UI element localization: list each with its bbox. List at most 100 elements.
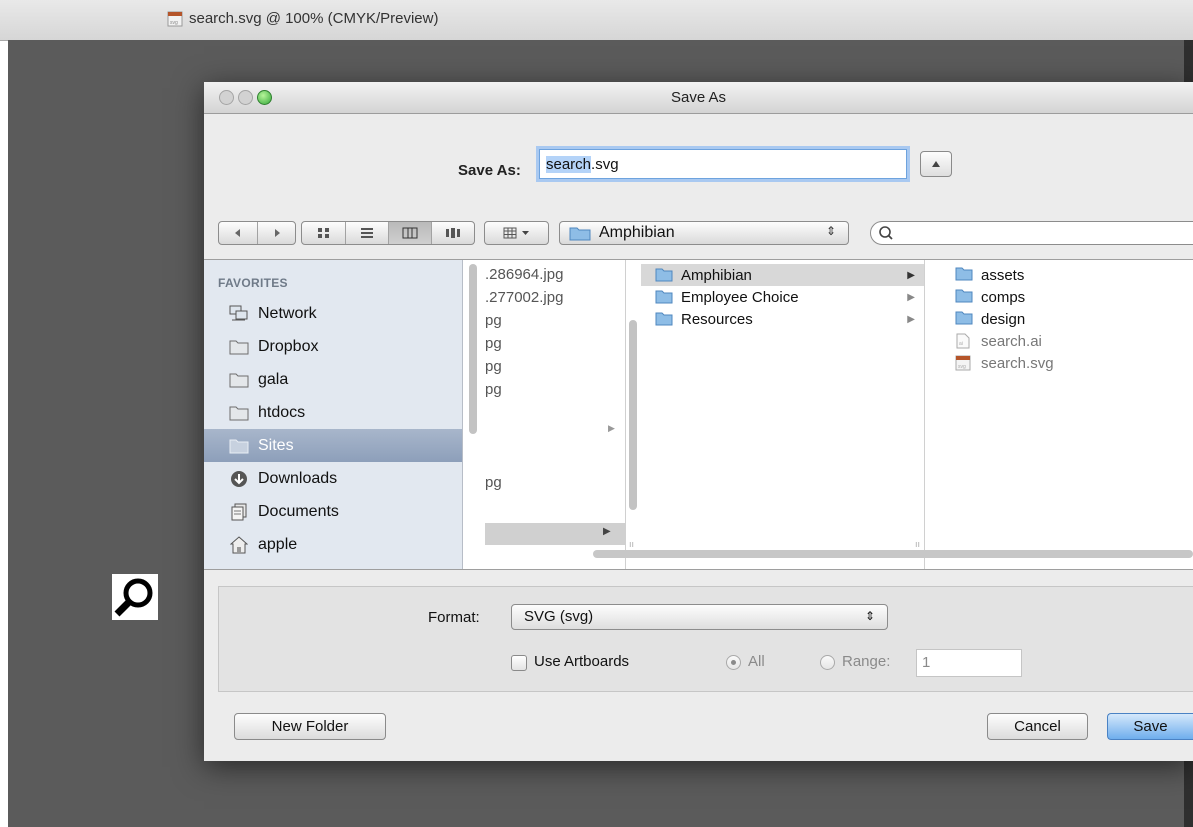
disclosure-arrow-icon: ▶ xyxy=(603,526,611,537)
sidebar-item-label: htdocs xyxy=(258,403,306,421)
sidebar-heading-favorites: FAVORITES xyxy=(218,276,288,290)
collapse-dialog-button[interactable] xyxy=(920,151,952,177)
sidebar: FAVORITES Network Dropbox gala htdocs Si… xyxy=(204,260,463,569)
document-tab-title[interactable]: search.svg @ 100% (CMYK/Preview) xyxy=(189,10,438,27)
column-1-resize-area: ıı xyxy=(625,260,641,569)
disclosure-arrow-icon: ▶ xyxy=(907,291,915,303)
updown-chevron-icon: ⇕ xyxy=(864,609,875,623)
updown-chevron-icon: ⇕ xyxy=(825,224,836,238)
folder-icon xyxy=(229,338,249,355)
format-value: SVG (svg) xyxy=(524,608,594,625)
documents-icon xyxy=(229,503,249,520)
home-icon xyxy=(229,535,249,553)
list-item-search-ai[interactable]: ai search.ai xyxy=(945,330,1193,352)
search-icon xyxy=(879,226,893,240)
sidebar-item-sites[interactable]: Sites xyxy=(204,429,462,462)
folder-icon xyxy=(655,290,673,304)
list-item-label: comps xyxy=(981,288,1026,306)
back-button[interactable] xyxy=(219,222,258,244)
folder-icon xyxy=(569,227,591,241)
arrange-button[interactable] xyxy=(484,221,549,245)
sidebar-item-htdocs[interactable]: htdocs xyxy=(204,396,462,429)
radio-range-label: Range: xyxy=(842,653,891,670)
list-item-label: design xyxy=(981,310,1026,328)
triangle-up-icon xyxy=(932,161,940,167)
save-as-label: Save As: xyxy=(458,162,521,179)
forward-arrow-icon xyxy=(274,229,280,237)
list-item-search-svg[interactable]: svg search.svg xyxy=(945,352,1193,374)
sidebar-item-label: gala xyxy=(258,370,289,388)
sidebar-item-dropbox[interactable]: Dropbox xyxy=(204,330,462,363)
list-item[interactable]: pg xyxy=(485,358,502,375)
list-item[interactable]: pg xyxy=(485,335,502,352)
icon-view-icon xyxy=(317,228,329,238)
svg-text:svg: svg xyxy=(958,364,966,370)
column-view-icon xyxy=(402,227,418,239)
filename-input[interactable]: search .svg xyxy=(539,149,907,179)
column-resize-handle[interactable]: ıı xyxy=(915,539,920,549)
list-item-amphibian[interactable]: Amphibian ▶ xyxy=(641,264,924,286)
view-coverflow-button[interactable] xyxy=(432,222,474,244)
svg-text:svg: svg xyxy=(170,20,178,26)
use-artboards-checkbox[interactable] xyxy=(511,655,527,671)
list-item-employee-choice[interactable]: Employee Choice ▶ xyxy=(641,286,924,308)
search-artwork-icon[interactable] xyxy=(112,574,158,620)
range-input[interactable]: 1 xyxy=(916,649,1022,677)
sidebar-item-downloads[interactable]: Downloads xyxy=(204,462,462,495)
cancel-button[interactable]: Cancel xyxy=(987,713,1088,740)
disclosure-arrow-icon: ▶ xyxy=(907,313,915,325)
radio-range[interactable] xyxy=(820,655,835,670)
forward-button[interactable] xyxy=(258,222,295,244)
svg-file-icon: svg xyxy=(167,11,183,27)
folder-icon xyxy=(955,311,973,327)
coverflow-view-icon xyxy=(446,228,460,238)
list-item-assets[interactable]: assets xyxy=(945,264,1193,286)
sidebar-item-label: Dropbox xyxy=(258,337,319,355)
list-item[interactable]: pg xyxy=(485,381,502,398)
sidebar-item-gala[interactable]: gala xyxy=(204,363,462,396)
radio-selected-dot xyxy=(731,660,736,665)
view-icons-button[interactable] xyxy=(302,222,346,244)
radio-all[interactable] xyxy=(726,655,741,670)
save-as-dialog: Save As Save As: search .svg Amphibian ⇕… xyxy=(204,82,1193,761)
radio-all-label: All xyxy=(748,653,765,670)
folder-icon xyxy=(229,437,249,454)
horizontal-scrollbar[interactable] xyxy=(593,550,1193,558)
sidebar-item-network[interactable]: Network xyxy=(204,297,462,330)
list-item[interactable]: pg xyxy=(485,312,502,329)
column-resize-handle[interactable]: ıı xyxy=(629,539,634,549)
list-item-resources[interactable]: Resources ▶ xyxy=(641,308,924,330)
network-icon xyxy=(229,305,249,322)
svg-file-icon: svg xyxy=(955,355,973,371)
list-view-icon xyxy=(361,228,373,238)
sidebar-item-apple[interactable]: apple xyxy=(204,528,462,561)
arrange-grid-icon xyxy=(503,227,529,239)
column-1-scrollbar[interactable] xyxy=(469,264,477,434)
view-list-button[interactable] xyxy=(346,222,389,244)
downloads-icon xyxy=(229,470,249,487)
list-item[interactable]: .286964.jpg xyxy=(485,266,563,283)
list-item[interactable]: pg xyxy=(485,474,502,491)
browser-column-1: .286964.jpg .277002.jpg pg pg pg pg ▶ pg… xyxy=(463,260,626,569)
disclosure-arrow-icon: ▶ xyxy=(907,269,915,281)
folder-icon xyxy=(229,404,249,421)
folder-icon xyxy=(229,371,249,388)
view-columns-button[interactable] xyxy=(389,222,432,244)
format-popup[interactable]: SVG (svg) ⇕ xyxy=(511,604,888,630)
list-item-label: Resources xyxy=(681,310,753,328)
new-folder-button[interactable]: New Folder xyxy=(234,713,386,740)
list-item-design[interactable]: design xyxy=(945,308,1193,330)
column-scrollbar[interactable] xyxy=(629,320,637,510)
save-button[interactable]: Save xyxy=(1107,713,1193,740)
sidebar-item-documents[interactable]: Documents xyxy=(204,495,462,528)
browser-column-3: assets comps design ai search.ai svg sea… xyxy=(945,260,1193,569)
list-item-label: Amphibian xyxy=(681,266,752,284)
location-popup[interactable]: Amphibian ⇕ xyxy=(559,221,849,245)
list-item-label: assets xyxy=(981,266,1025,284)
folder-icon xyxy=(955,289,973,305)
list-item-comps[interactable]: comps xyxy=(945,286,1193,308)
file-browser: FAVORITES Network Dropbox gala htdocs Si… xyxy=(204,259,1193,570)
list-item[interactable]: .277002.jpg xyxy=(485,289,563,306)
list-item-label: search.ai xyxy=(981,332,1042,350)
search-input[interactable] xyxy=(870,221,1193,245)
